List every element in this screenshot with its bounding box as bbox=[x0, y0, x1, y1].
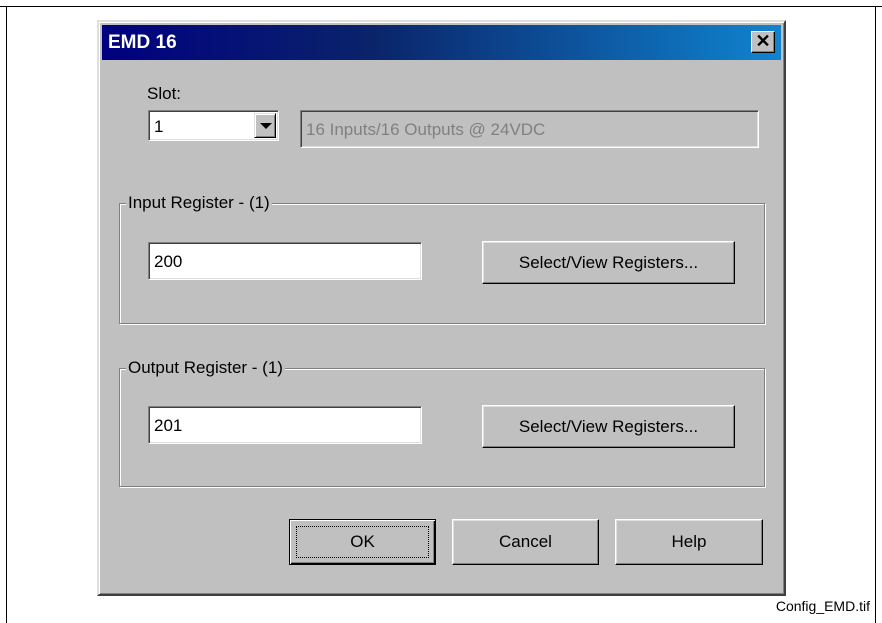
slot-dropdown[interactable]: 1 bbox=[148, 110, 279, 141]
slot-description-field: 16 Inputs/16 Outputs @ 24VDC bbox=[300, 110, 759, 148]
slot-label: Slot: bbox=[147, 84, 182, 103]
ok-button[interactable]: OK bbox=[289, 519, 436, 565]
output-register-value: 201 bbox=[154, 416, 183, 435]
document-frame-top bbox=[0, 6, 882, 7]
input-register-value: 200 bbox=[154, 252, 183, 271]
document-frame-left bbox=[6, 6, 7, 623]
slot-description: 16 Inputs/16 Outputs @ 24VDC bbox=[306, 120, 546, 139]
close-icon: ✕ bbox=[755, 31, 771, 51]
focus-rectangle bbox=[296, 526, 429, 558]
chevron-down-icon[interactable] bbox=[254, 113, 276, 138]
cancel-button[interactable]: Cancel bbox=[452, 519, 599, 565]
input-register-legend: Input Register - (1) bbox=[126, 193, 272, 213]
output-select-view-registers-button[interactable]: Select/View Registers... bbox=[482, 405, 735, 448]
help-button[interactable]: Help bbox=[615, 519, 763, 565]
document-frame-right bbox=[875, 6, 876, 623]
emd-config-dialog: EMD 16 ✕ Slot: 1 16 Inputs/16 Outputs @ … bbox=[97, 20, 786, 596]
close-button[interactable]: ✕ bbox=[751, 31, 775, 53]
output-register-legend: Output Register - (1) bbox=[126, 358, 285, 378]
slot-selected-value: 1 bbox=[154, 117, 164, 136]
output-register-field[interactable]: 201 bbox=[148, 406, 422, 444]
figure-caption: Config_EMD.tif bbox=[775, 598, 870, 614]
input-select-view-registers-button[interactable]: Select/View Registers... bbox=[482, 241, 735, 284]
input-register-field[interactable]: 200 bbox=[148, 242, 422, 280]
dialog-title: EMD 16 bbox=[108, 32, 177, 53]
title-bar[interactable]: EMD 16 ✕ bbox=[102, 25, 781, 60]
